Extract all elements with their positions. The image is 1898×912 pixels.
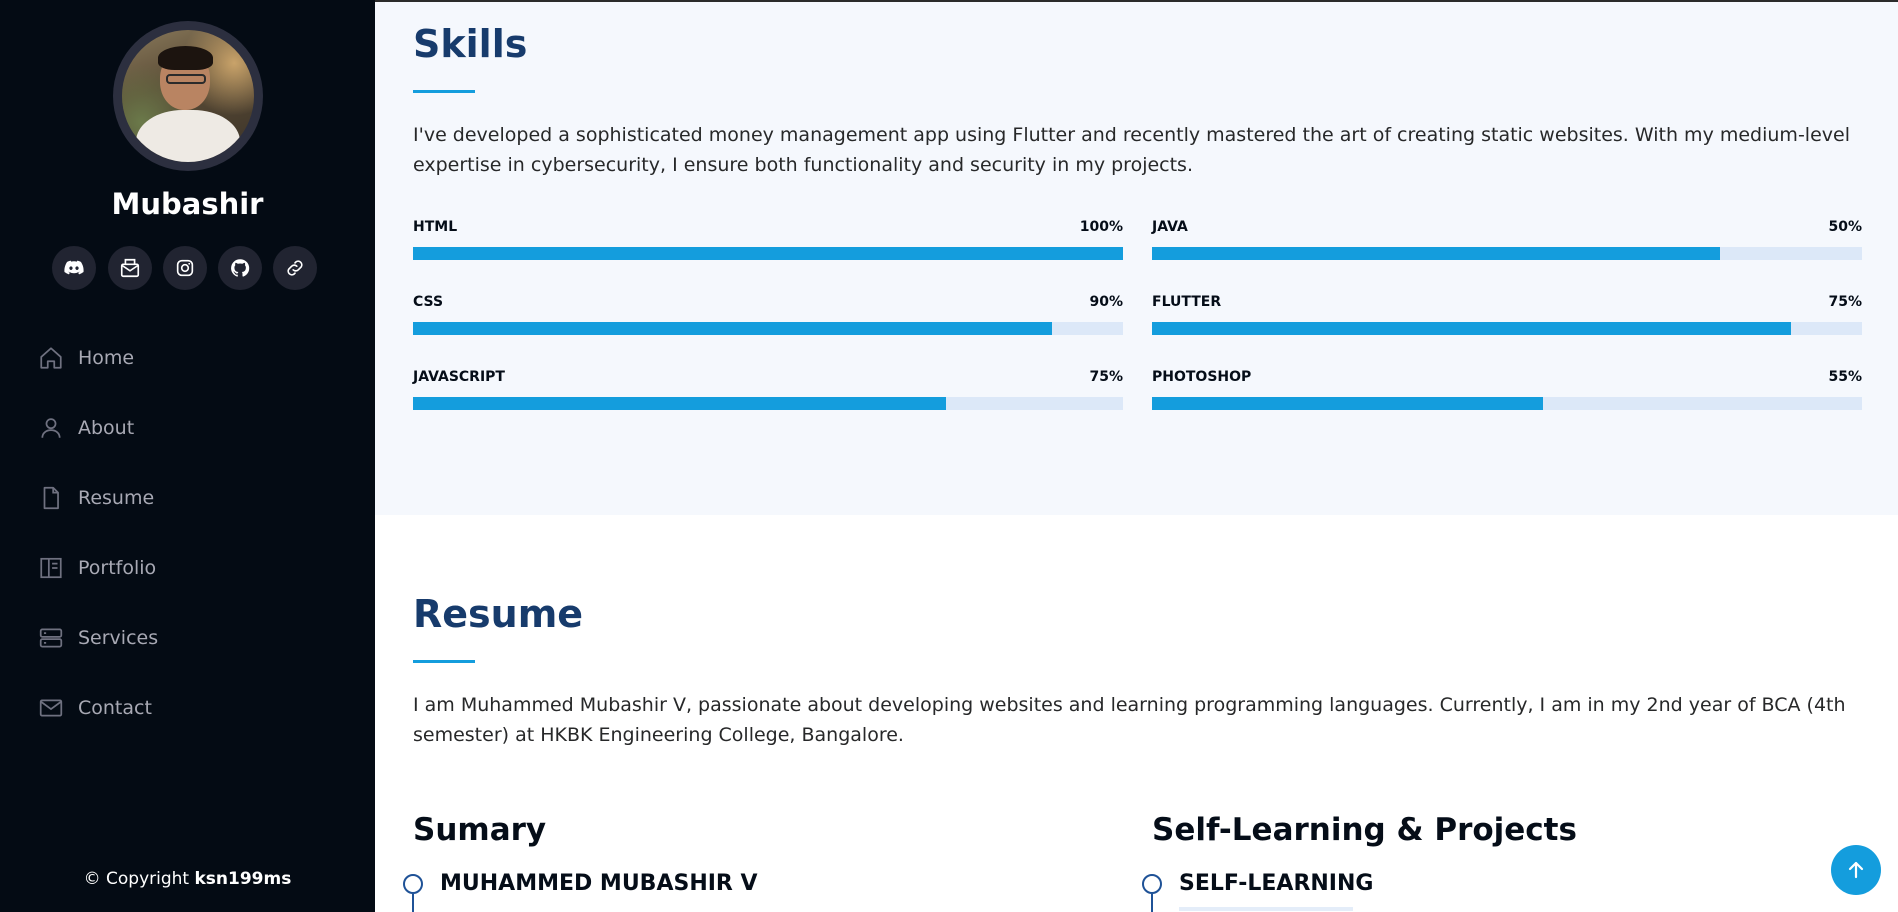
skill-label-javascript: JAVASCRIPT [413,369,505,385]
skill-bar-flutter [1152,322,1862,335]
copyright: © Copyright ksn199ms [0,869,375,889]
skill-bar-javascript [413,397,1123,410]
github-icon [231,259,250,277]
projects-item-title: SELF-LEARNING [1179,871,1374,896]
timeline-line [412,894,414,912]
link-link[interactable] [273,246,317,290]
mail-icon [120,258,140,278]
nav-item-services[interactable]: Services [38,623,158,653]
nav-item-resume[interactable]: Resume [38,483,154,513]
skill-bar-fill [413,247,1123,260]
timeline-line [1151,894,1153,912]
skills-title-underline [413,90,475,93]
nav-item-about[interactable]: About [38,413,134,443]
house-icon [40,347,62,369]
person-icon [41,418,61,438]
mail-link[interactable] [108,246,152,290]
book-icon [40,557,62,579]
skill-bar-fill [1152,397,1543,410]
resume-description: I am Muhammed Mubashir V, passionate abo… [413,694,1846,746]
summary-item-title: MUHAMMED MUBASHIR V [440,871,758,896]
skill-bar-html [413,247,1123,260]
summary-title: Sumary [413,812,547,848]
envelope-icon [39,699,63,717]
discord-link[interactable] [52,246,96,290]
server-icon [39,628,63,648]
skill-bar-fill [1152,322,1791,335]
nav-label: Resume [78,487,155,509]
skill-label-html: HTML [413,219,458,235]
skill-label-flutter: FLUTTER [1152,294,1222,310]
item-tag-underline [1179,907,1353,911]
projects-title: Self-Learning & Projects [1152,812,1577,848]
skill-bar-css [413,322,1123,335]
copyright-owner: ksn199ms [194,869,292,889]
discord-icon [64,260,84,275]
nav-label: About [78,417,135,439]
skill-value-java: 50% [1828,219,1862,235]
skill-bar-fill [1152,247,1720,260]
back-to-top-button[interactable] [1831,845,1881,895]
skill-label-java: JAVA [1152,219,1188,235]
nav-label: Home [78,347,135,369]
skill-value-html: 100% [1079,219,1123,235]
nav-label: Contact [78,697,152,719]
skill-value-photoshop: 55% [1828,369,1862,385]
nav-item-home[interactable]: Home [38,343,134,373]
arrow-up-icon [1848,861,1864,879]
link-icon [287,260,303,276]
timeline-dot [403,874,423,894]
profile-name: Mubashir [111,187,264,221]
copyright-prefix: © Copyright [83,869,195,889]
skills-title: Skills [413,22,528,66]
skill-value-flutter: 75% [1828,294,1862,310]
file-icon [43,486,59,510]
skill-bar-fill [413,397,946,410]
skill-value-javascript: 75% [1089,369,1123,385]
sidebar: Mubashir Home About Resume Portfolio Ser… [0,0,375,912]
skill-bar-photoshop [1152,397,1862,410]
skill-value-css: 90% [1089,294,1123,310]
avatar [113,21,263,171]
github-link[interactable] [218,246,262,290]
nav-label: Services [78,627,159,649]
instagram-link[interactable] [163,246,207,290]
instagram-icon [176,259,194,277]
skill-label-css: CSS [413,294,444,310]
skill-label-photoshop: PHOTOSHOP [1152,369,1252,385]
resume-title: Resume [413,592,584,636]
skill-bar-fill [413,322,1052,335]
skills-description: I've developed a sophisticated money man… [413,124,1850,176]
nav-item-contact[interactable]: Contact [38,693,152,723]
timeline-dot [1142,874,1162,894]
resume-title-underline [413,660,475,663]
skill-bar-java [1152,247,1862,260]
nav-item-portfolio[interactable]: Portfolio [38,553,156,583]
nav-label: Portfolio [78,557,157,579]
